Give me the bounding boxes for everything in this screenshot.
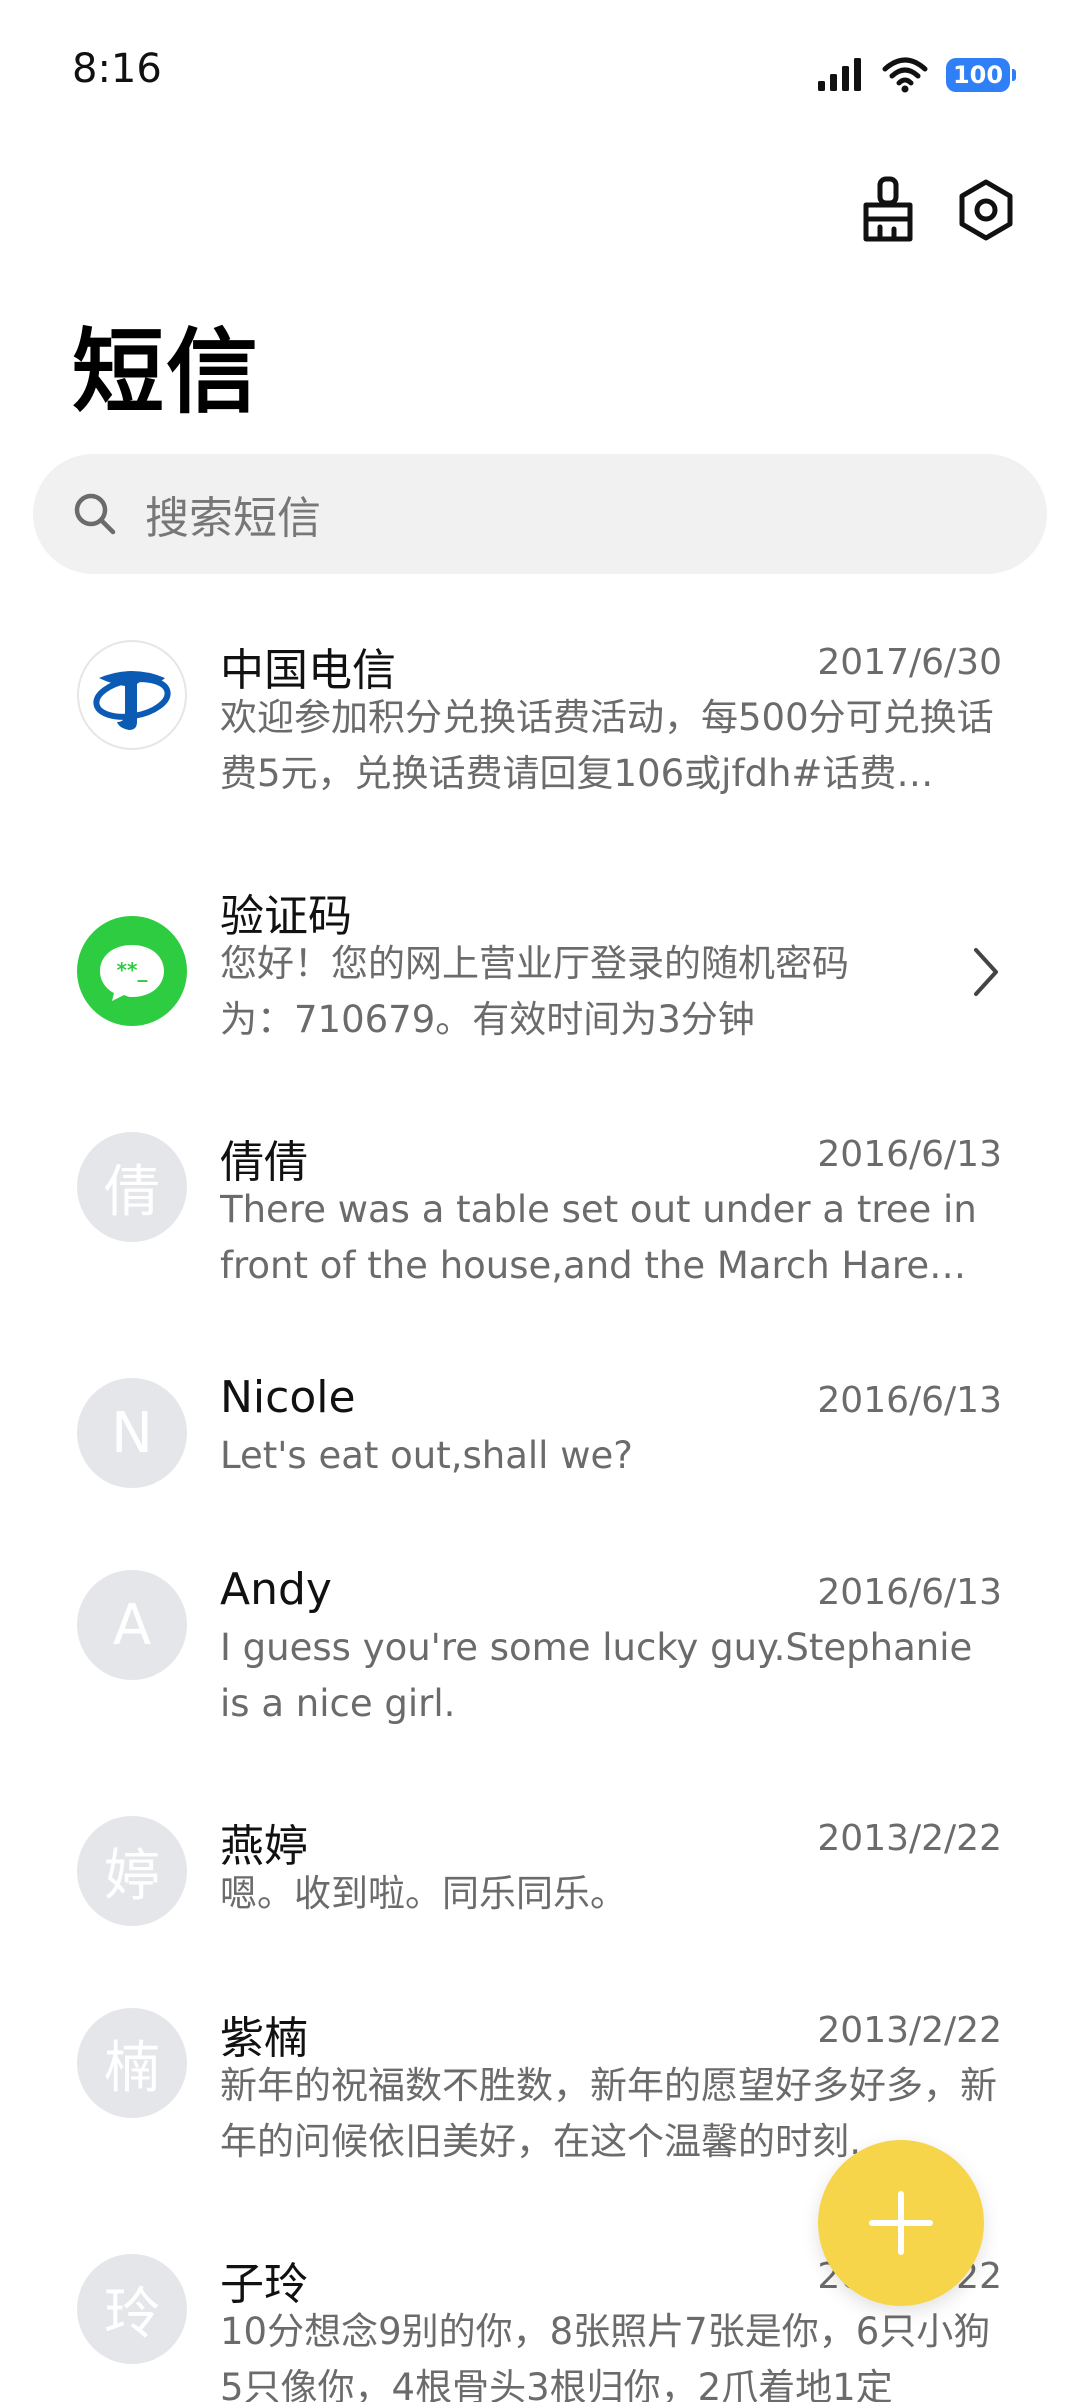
avatar: N <box>77 1378 187 1488</box>
battery-level: 100 <box>952 61 1004 89</box>
conversation-name: 燕婷 <box>220 1821 308 1872</box>
avatar: 楠 <box>77 2008 187 2118</box>
search-placeholder: 搜索短信 <box>145 493 321 544</box>
conversation-preview: Let's eat out,shall we? <box>220 1434 633 1477</box>
conversation-item[interactable]: 婷 燕婷 2013/2/22 嗯。收到啦。同乐同乐。 <box>0 1810 1080 1950</box>
plus-icon <box>869 2191 933 2255</box>
status-time: 8:16 <box>72 46 162 92</box>
conversation-preview: I guess you're some lucky guy.Stephanie … <box>220 1626 973 1725</box>
conversation-item[interactable]: N Nicole 2016/6/13 Let's eat out,shall w… <box>0 1372 1080 1512</box>
search-bar[interactable]: 搜索短信 <box>33 454 1047 574</box>
conversation-name: Andy <box>220 1564 332 1615</box>
china-telecom-logo <box>77 640 187 750</box>
verification-code-avatar: **_ <box>77 916 187 1026</box>
conversation-preview: 嗯。收到啦。同乐同乐。 <box>220 1872 627 1915</box>
chat-bubble-icon: **_ <box>100 945 164 1001</box>
conversation-name: 中国电信 <box>220 645 396 696</box>
conversation-date: 2013/2/22 <box>817 1818 1002 1859</box>
china-telecom-logo-icon <box>93 671 171 730</box>
conversation-preview: 您好！您的网上营业厅登录的随机密码为：710679。有效时间为3分钟 <box>220 942 849 1041</box>
conversation-item[interactable]: **_ 验证码 您好！您的网上营业厅登录的随机密码为：710679。有效时间为3… <box>0 880 1080 1080</box>
conversation-date: 2016/6/13 <box>817 1380 1002 1421</box>
conversation-name: Nicole <box>220 1372 356 1423</box>
avatar: A <box>77 1570 187 1680</box>
chevron-right-icon <box>974 948 998 996</box>
settings-button[interactable] <box>946 170 1026 250</box>
avatar: 婷 <box>77 1816 187 1926</box>
conversation-item[interactable]: A Andy 2016/6/13 I guess you're some luc… <box>0 1564 1080 1764</box>
svg-text:**_: **_ <box>117 958 148 982</box>
avatar: 玲 <box>77 2254 187 2364</box>
conversation-date: 2016/6/13 <box>817 1572 1002 1613</box>
battery-indicator: 100 <box>946 58 1016 92</box>
conversation-item[interactable]: 中国电信 2017/6/30 欢迎参加积分兑换话费活动，每500分可兑换话费5元… <box>0 634 1080 834</box>
new-message-button[interactable] <box>818 2140 984 2306</box>
status-bar: 8:16 100 <box>0 0 1080 150</box>
signal-icon <box>818 58 861 91</box>
messages-screen: 8:16 100 短信 搜索短信 中国电信 2017/6/30 欢迎参加积分兑换… <box>0 0 1080 2402</box>
conversation-name: 倩倩 <box>220 1137 308 1188</box>
wifi-icon <box>882 57 928 93</box>
conversation-date: 2017/6/30 <box>817 642 1002 683</box>
conversation-date: 2013/2/22 <box>817 2010 1002 2051</box>
status-icons: 100 <box>816 50 1016 100</box>
search-icon <box>74 493 116 535</box>
conversation-date: 2016/6/13 <box>817 1134 1002 1175</box>
conversation-item[interactable]: 倩 倩倩 2016/6/13 There was a table set out… <box>0 1126 1080 1326</box>
page-title: 短信 <box>72 319 261 426</box>
conversation-preview: 欢迎参加积分兑换话费活动，每500分可兑换话费5元，兑换话费请回复106或jfd… <box>220 696 994 795</box>
conversation-name: 验证码 <box>220 891 352 942</box>
clean-button[interactable] <box>848 170 928 250</box>
broom-icon <box>863 176 913 242</box>
conversation-preview: 10分想念9别的你，8张照片7张是你，6只小狗5只像你，4根骨头3根归你，2爪着… <box>220 2310 991 2402</box>
conversation-name: 子玲 <box>220 2259 308 2310</box>
avatar: 倩 <box>77 1132 187 1242</box>
conversation-preview: There was a table set out under a tree i… <box>220 1188 977 1287</box>
conversation-name: 紫楠 <box>220 2013 308 2064</box>
settings-icon <box>959 179 1013 241</box>
